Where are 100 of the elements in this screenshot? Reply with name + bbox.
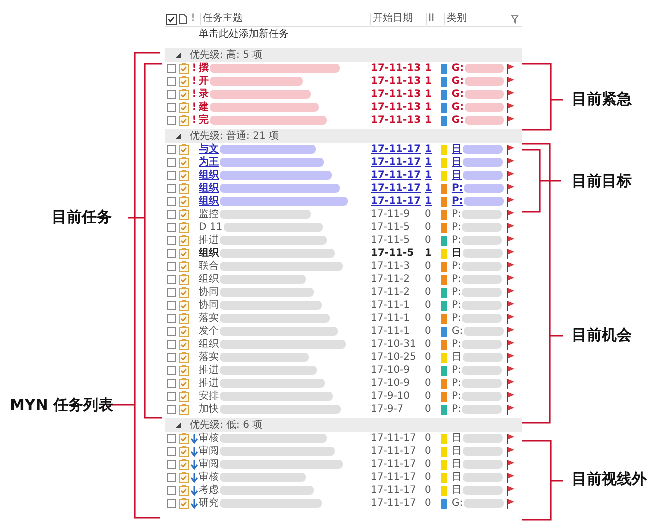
flag-icon[interactable] xyxy=(507,352,515,362)
flag-icon[interactable] xyxy=(507,314,515,324)
row-checkbox[interactable] xyxy=(167,499,176,508)
task-row[interactable]: 审阅 17-11-17 0 日 xyxy=(165,458,522,471)
task-subject[interactable]: 撰 xyxy=(199,62,209,75)
task-row[interactable]: 发个 17-11-1 0 G: xyxy=(165,325,522,338)
task-subject[interactable]: 组织 xyxy=(199,273,219,286)
task-row[interactable]: 安排 17-9-10 0 P: xyxy=(165,390,522,403)
task-row[interactable]: ! 完 17-11-13 1 G: xyxy=(165,114,522,127)
flag-icon[interactable] xyxy=(507,222,515,232)
task-subject[interactable]: 组织 xyxy=(199,182,219,195)
task-row[interactable]: 考虑 17-11-17 0 日 xyxy=(165,484,522,497)
column-header[interactable]: II xyxy=(426,13,444,25)
flag-icon[interactable] xyxy=(507,170,515,180)
task-row[interactable]: 组织 17-11-5 1 日 xyxy=(165,247,522,260)
task-row[interactable]: ! 撰 17-11-13 1 G: xyxy=(165,62,522,75)
row-checkbox[interactable] xyxy=(167,340,176,349)
row-checkbox[interactable] xyxy=(167,210,176,219)
task-subject[interactable]: 审核 xyxy=(199,471,219,484)
flag-icon[interactable] xyxy=(507,378,515,388)
row-checkbox[interactable] xyxy=(167,236,176,245)
importance-column-header[interactable]: ! xyxy=(189,13,200,25)
task-subject[interactable]: 安排 xyxy=(199,390,219,403)
row-checkbox[interactable] xyxy=(167,64,176,73)
row-checkbox[interactable] xyxy=(167,460,176,469)
flag-icon[interactable] xyxy=(507,434,515,444)
row-checkbox[interactable] xyxy=(167,223,176,232)
flag-icon[interactable] xyxy=(507,196,515,206)
group-header[interactable]: 优先级: 普通: 21 项 xyxy=(165,129,522,143)
row-checkbox[interactable] xyxy=(167,184,176,193)
row-checkbox[interactable] xyxy=(167,353,176,362)
flag-icon[interactable] xyxy=(507,210,515,220)
task-subject[interactable]: 组织 xyxy=(199,247,219,260)
task-row[interactable]: D 11 17-11-5 0 P: xyxy=(165,221,522,234)
flag-icon[interactable] xyxy=(507,90,515,100)
task-subject[interactable]: 加快 xyxy=(199,403,219,416)
row-checkbox[interactable] xyxy=(167,171,176,180)
flag-icon[interactable] xyxy=(507,486,515,496)
flag-icon[interactable] xyxy=(507,472,515,482)
task-row[interactable]: 组织 17-11-17 1 日 xyxy=(165,169,522,182)
task-subject[interactable]: 组织 xyxy=(199,195,219,208)
task-row[interactable]: ! 开 17-11-13 1 G: xyxy=(165,75,522,88)
task-row[interactable]: ! 录 17-11-13 1 G: xyxy=(165,88,522,101)
group-header[interactable]: 优先级: 低: 6 项 xyxy=(165,418,522,432)
task-subject[interactable]: 监控 xyxy=(199,208,219,221)
flag-icon[interactable] xyxy=(507,76,515,86)
task-subject[interactable]: 协同 xyxy=(199,286,219,299)
task-row[interactable]: 协同 17-11-2 0 P: xyxy=(165,286,522,299)
category-column-header[interactable]: 类别 xyxy=(444,13,508,25)
flag-icon[interactable] xyxy=(507,404,515,414)
row-checkbox[interactable] xyxy=(167,90,176,99)
task-subject[interactable]: 考虑 xyxy=(199,484,219,497)
start-date-column-header[interactable]: 开始日期 xyxy=(370,13,426,25)
flag-icon[interactable] xyxy=(507,248,515,258)
row-checkbox[interactable] xyxy=(167,486,176,495)
row-checkbox[interactable] xyxy=(167,314,176,323)
collapse-triangle-icon[interactable] xyxy=(175,422,182,428)
flag-icon[interactable] xyxy=(507,236,515,246)
task-row[interactable]: 落实 17-11-1 0 P: xyxy=(165,312,522,325)
flag-icon[interactable] xyxy=(507,340,515,350)
flag-icon[interactable] xyxy=(507,300,515,310)
task-subject[interactable]: 审阅 xyxy=(199,458,219,471)
new-task-field[interactable]: 单击此处添加新任务 xyxy=(199,29,289,40)
header-checkbox[interactable] xyxy=(166,14,177,24)
row-checkbox[interactable] xyxy=(167,145,176,154)
task-row[interactable]: 为王 17-11-17 1 日 xyxy=(165,156,522,169)
group-header[interactable]: 优先级: 高: 5 项 xyxy=(165,48,522,62)
flag-icon[interactable] xyxy=(507,102,515,112)
row-checkbox[interactable] xyxy=(167,327,176,336)
task-row[interactable]: 审阅 17-11-17 0 日 xyxy=(165,445,522,458)
flag-icon[interactable] xyxy=(507,366,515,376)
task-subject[interactable]: 为王 xyxy=(199,156,219,169)
task-row[interactable]: 协同 17-11-1 0 P: xyxy=(165,299,522,312)
flag-icon[interactable] xyxy=(507,446,515,456)
task-row[interactable]: 监控 17-11-9 0 P: xyxy=(165,208,522,221)
task-subject[interactable]: 落实 xyxy=(199,351,219,364)
task-subject[interactable]: 与文 xyxy=(199,143,219,156)
task-row[interactable]: 与文 17-11-17 1 日 xyxy=(165,143,522,156)
task-subject[interactable]: 协同 xyxy=(199,299,219,312)
flag-filter-icon[interactable] xyxy=(511,14,520,24)
task-subject[interactable]: 审阅 xyxy=(199,445,219,458)
row-checkbox[interactable] xyxy=(167,262,176,271)
row-checkbox[interactable] xyxy=(167,158,176,167)
row-checkbox[interactable] xyxy=(167,447,176,456)
row-checkbox[interactable] xyxy=(167,473,176,482)
row-checkbox[interactable] xyxy=(167,288,176,297)
task-subject[interactable]: 推进 xyxy=(199,234,219,247)
task-subject[interactable]: 完 xyxy=(199,114,209,127)
flag-icon[interactable] xyxy=(507,184,515,194)
flag-icon[interactable] xyxy=(507,288,515,298)
row-checkbox[interactable] xyxy=(167,301,176,310)
task-row[interactable]: 落实 17-10-25 0 日 xyxy=(165,351,522,364)
flag-icon[interactable] xyxy=(507,64,515,74)
collapse-triangle-icon[interactable] xyxy=(175,132,182,140)
flag-icon[interactable] xyxy=(507,116,515,126)
task-subject[interactable]: 联合 xyxy=(199,260,219,273)
task-row[interactable]: 联合 17-11-3 0 P: xyxy=(165,260,522,273)
task-subject[interactable]: 组织 xyxy=(199,169,219,182)
task-subject[interactable]: 开 xyxy=(199,75,209,88)
row-checkbox[interactable] xyxy=(167,77,176,86)
